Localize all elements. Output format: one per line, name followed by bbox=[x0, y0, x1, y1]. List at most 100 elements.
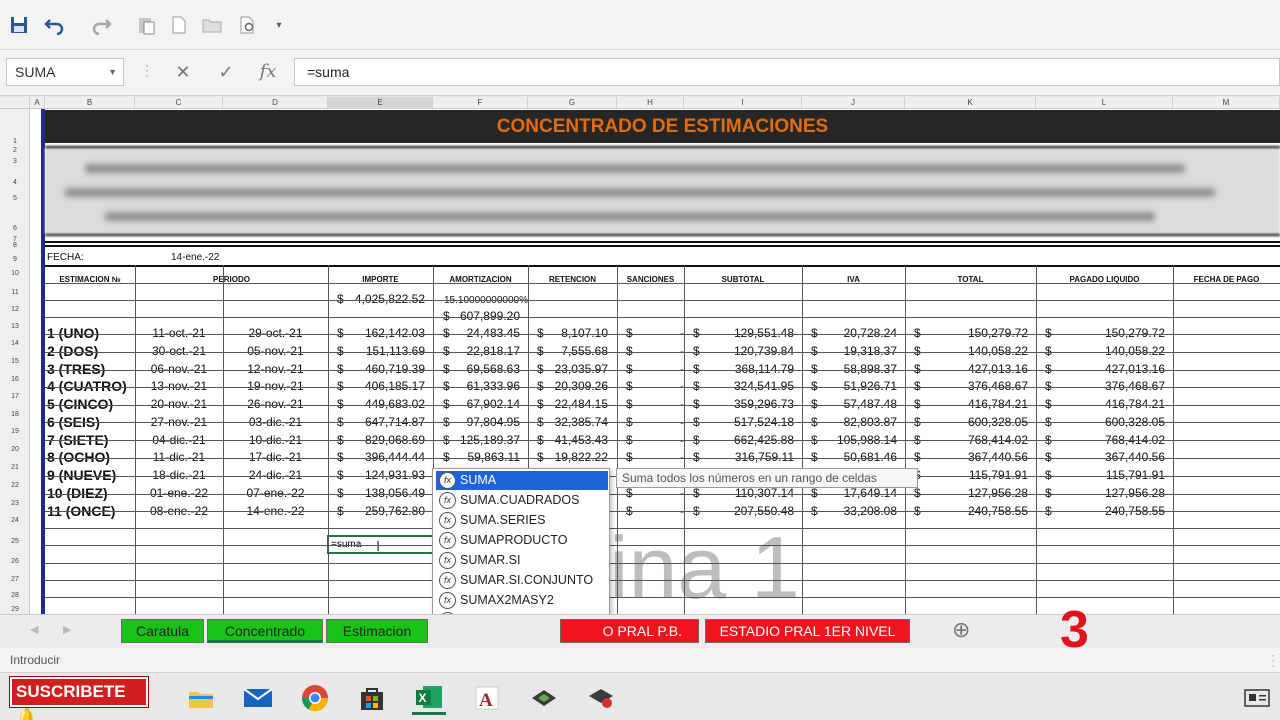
sheet-title: CONCENTRADO DE ESTIMACIONES bbox=[45, 110, 1280, 143]
row-header[interactable]: 14 bbox=[0, 340, 30, 347]
function-icon: fx bbox=[439, 592, 456, 609]
enter-formula-button[interactable]: ✓ bbox=[213, 60, 239, 84]
grid-line bbox=[45, 352, 1280, 353]
row-header[interactable]: 5 bbox=[0, 195, 30, 202]
save-icon[interactable] bbox=[6, 12, 32, 38]
access-icon[interactable]: A bbox=[470, 681, 504, 715]
row-header[interactable]: 13 bbox=[0, 323, 30, 330]
row-header[interactable]: 24 bbox=[0, 517, 30, 524]
subscribe-banner[interactable]: SUSCRIBETE 🔔 bbox=[10, 677, 148, 720]
row-header[interactable]: 1 bbox=[0, 138, 30, 145]
chevron-down-icon[interactable]: ▼ bbox=[108, 59, 117, 85]
column-header[interactable]: F bbox=[433, 97, 528, 109]
header-total: TOTAL bbox=[957, 275, 984, 284]
grid-line bbox=[45, 317, 1280, 318]
tab-estadio-pral-pb[interactable]: O PRAL P.B. bbox=[560, 619, 699, 643]
row-header[interactable]: 25 bbox=[0, 538, 30, 545]
row-header[interactable]: 4 bbox=[0, 179, 30, 186]
autocomplete-item[interactable]: fx SUMAR.SI.CONJUNTO bbox=[436, 571, 608, 590]
autocomplete-item[interactable]: fx SUMA.CUADRADOS bbox=[436, 491, 608, 510]
autocomplete-item[interactable]: fx SUMAX2MASY2 bbox=[436, 591, 608, 610]
row-headers: 1 2 3 4 5 6 7 8 9 10 11 12 13 14 15 16 17 18 19 20 21 22 23 24 2… bbox=[0, 109, 30, 614]
paste-icon[interactable] bbox=[133, 12, 159, 38]
file-explorer-icon[interactable] bbox=[184, 681, 218, 715]
row-header[interactable]: 18 bbox=[0, 411, 30, 418]
chrome-icon[interactable] bbox=[298, 681, 332, 715]
row-header[interactable]: 21 bbox=[0, 464, 30, 471]
fecha-value[interactable]: 14-ene.-22 bbox=[171, 249, 219, 266]
column-header[interactable]: B bbox=[45, 97, 135, 109]
row-header[interactable]: 20 bbox=[0, 446, 30, 453]
row-header[interactable]: 19 bbox=[0, 428, 30, 435]
tab-estimacion[interactable]: Estimacion bbox=[326, 619, 428, 643]
tab-concentrado[interactable]: Concentrado bbox=[207, 619, 323, 643]
row-header[interactable]: 27 bbox=[0, 576, 30, 583]
column-header[interactable]: G bbox=[528, 97, 617, 109]
grid-line bbox=[45, 580, 1280, 581]
autocomplete-item[interactable]: fx SUMAPRODUCTO bbox=[436, 531, 608, 550]
print-preview-icon[interactable] bbox=[235, 12, 261, 38]
add-sheet-icon[interactable]: ⊕ bbox=[952, 617, 970, 643]
row-header[interactable]: 12 bbox=[0, 306, 30, 313]
grid-line bbox=[45, 458, 1280, 459]
divider bbox=[45, 245, 1280, 247]
function-icon: fx bbox=[439, 532, 456, 549]
autocomplete-item[interactable]: fx SUMAR.SI bbox=[436, 551, 608, 570]
column-header[interactable]: L bbox=[1036, 97, 1173, 109]
column-header[interactable]: K bbox=[905, 97, 1036, 109]
row-header[interactable]: 15 bbox=[0, 358, 30, 365]
customize-toolbar-icon[interactable]: ▾ bbox=[266, 12, 292, 38]
row-header[interactable]: 29 bbox=[0, 606, 30, 613]
row-header[interactable]: 6 bbox=[0, 225, 30, 232]
name-box[interactable]: SUMA ▼ bbox=[6, 58, 124, 86]
autocomplete-label: SUMAR.SI bbox=[460, 553, 521, 567]
row-header[interactable]: 11 bbox=[0, 289, 30, 296]
news-widget-icon[interactable] bbox=[1240, 681, 1274, 715]
tab-scroll-right-icon[interactable]: ▶ bbox=[63, 623, 71, 636]
app-icon[interactable] bbox=[584, 681, 618, 715]
cancel-formula-button[interactable]: ✕ bbox=[170, 60, 196, 84]
row-header[interactable]: 17 bbox=[0, 393, 30, 400]
column-header[interactable]: D bbox=[223, 97, 328, 109]
autocomplete-label: SUMA bbox=[460, 473, 497, 487]
row-header[interactable]: 2 bbox=[0, 147, 30, 154]
column-header[interactable]: I bbox=[684, 97, 802, 109]
tab-scroll-left-icon[interactable]: ◀ bbox=[30, 623, 38, 636]
new-file-icon[interactable] bbox=[166, 12, 192, 38]
autocomplete-item[interactable]: fx SUMA bbox=[436, 471, 608, 490]
mail-icon[interactable] bbox=[241, 681, 275, 715]
select-all-corner[interactable] bbox=[0, 97, 30, 109]
column-header[interactable]: E bbox=[328, 97, 433, 109]
row-header[interactable]: 23 bbox=[0, 500, 30, 507]
column-header[interactable]: J bbox=[802, 97, 905, 109]
row-header[interactable]: 22 bbox=[0, 482, 30, 489]
formula-input[interactable]: =suma bbox=[294, 58, 1280, 86]
column-header[interactable]: C bbox=[135, 97, 223, 109]
tab-caratula[interactable]: Caratula bbox=[121, 619, 204, 643]
redo-icon[interactable] bbox=[88, 12, 114, 38]
row-header[interactable]: 8 bbox=[0, 242, 30, 249]
undo-icon[interactable] bbox=[42, 12, 68, 38]
status-bar: Introducir bbox=[0, 648, 1280, 672]
row-header[interactable]: 10 bbox=[0, 270, 30, 277]
app-icon[interactable] bbox=[527, 681, 561, 715]
row-header[interactable]: 26 bbox=[0, 558, 30, 565]
function-icon: fx bbox=[439, 492, 456, 509]
row-header[interactable]: 28 bbox=[0, 592, 30, 599]
open-folder-icon[interactable] bbox=[199, 12, 225, 38]
column-header[interactable]: H bbox=[617, 97, 684, 109]
row-header[interactable]: 3 bbox=[0, 158, 30, 165]
insert-function-button[interactable]: fx bbox=[255, 60, 281, 84]
column-header[interactable]: M bbox=[1173, 97, 1280, 109]
store-icon[interactable] bbox=[355, 681, 389, 715]
worksheet-grid[interactable]: A B C D E F G H I J K L M 1 2 3 4 5 6 7 8 9 10 11 1… bbox=[0, 97, 1280, 614]
row-header[interactable]: 16 bbox=[0, 376, 30, 383]
function-icon: fx bbox=[439, 512, 456, 529]
tab-estadio-pral-1er-nivel[interactable]: ESTADIO PRAL 1ER NIVEL bbox=[705, 619, 910, 643]
autocomplete-item[interactable]: fx SUMA.SERIES bbox=[436, 511, 608, 530]
excel-icon[interactable]: X bbox=[412, 681, 446, 715]
row-header[interactable]: 9 bbox=[0, 256, 30, 263]
windows-taskbar: X A bbox=[0, 672, 1280, 720]
column-header[interactable]: A bbox=[30, 97, 45, 109]
grid-line bbox=[45, 545, 1280, 546]
